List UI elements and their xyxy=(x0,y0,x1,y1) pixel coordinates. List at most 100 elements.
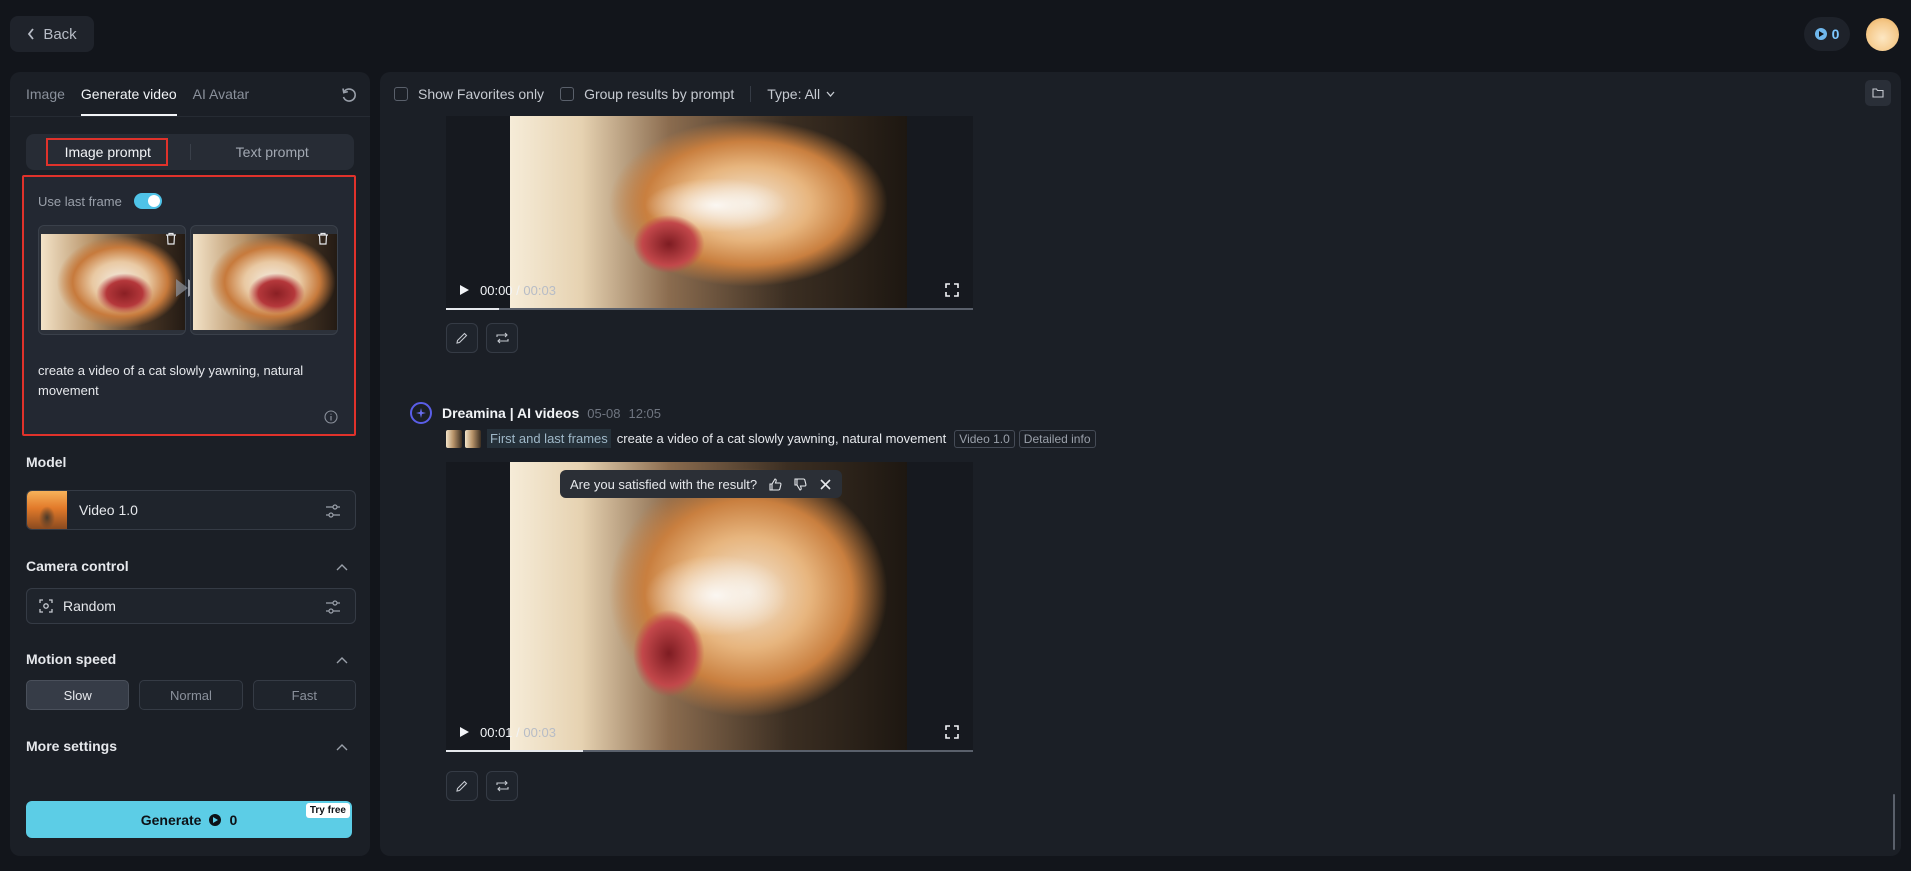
video-actions xyxy=(446,771,518,801)
model-select[interactable]: Video 1.0 xyxy=(26,490,356,530)
video-duration: 00:03 xyxy=(523,282,556,298)
detailed-info-tag[interactable]: Detailed info xyxy=(1018,429,1096,448)
chevron-up-icon[interactable] xyxy=(336,563,348,571)
tab-image[interactable]: Image xyxy=(26,86,65,116)
video-frame xyxy=(510,462,907,752)
camera-section-title: Camera control xyxy=(26,558,129,574)
last-frame-thumbnail[interactable] xyxy=(190,225,338,335)
speed-normal-button[interactable]: Normal xyxy=(139,680,243,710)
tab-generate-video[interactable]: Generate video xyxy=(80,86,177,116)
video-progress-fill xyxy=(446,750,584,752)
video-progress[interactable] xyxy=(446,308,973,310)
result-header: Dreamina | AI videos 05-08 12:05 xyxy=(410,402,661,424)
text-prompt-option[interactable]: Text prompt xyxy=(191,134,355,170)
regenerate-button[interactable] xyxy=(486,771,518,801)
model-thumbnail xyxy=(27,491,67,529)
video-actions xyxy=(446,323,518,353)
tab-divider xyxy=(10,116,370,117)
filter-bar: Show Favorites only Group results by pro… xyxy=(394,86,835,102)
result-prompt: create a video of a cat slowly yawning, … xyxy=(616,431,947,446)
type-dropdown[interactable]: Type: All xyxy=(767,86,835,102)
play-icon[interactable] xyxy=(458,284,470,296)
video-current-time: 00:00 xyxy=(480,282,513,298)
edit-button[interactable] xyxy=(446,323,478,353)
first-frame-image xyxy=(41,234,185,330)
pencil-icon xyxy=(456,332,468,344)
chevron-up-icon[interactable] xyxy=(336,743,348,751)
favorites-checkbox[interactable] xyxy=(394,87,408,101)
thumbs-down-icon[interactable] xyxy=(794,477,807,491)
speed-fast-button[interactable]: Fast xyxy=(252,680,356,710)
result-author: Dreamina | AI videos xyxy=(442,405,580,421)
result-date: 05-08 xyxy=(587,405,621,421)
use-last-frame-toggle[interactable] xyxy=(133,193,162,209)
video-time: 00:01 / 00:03 xyxy=(480,724,556,740)
trash-icon[interactable] xyxy=(165,232,177,245)
group-checkbox[interactable] xyxy=(560,87,575,101)
video-progress[interactable] xyxy=(446,750,973,752)
camera-focus-icon xyxy=(39,599,53,613)
edit-button[interactable] xyxy=(446,771,478,801)
last-frame-image xyxy=(193,234,337,330)
prompt-textarea[interactable]: create a video of a cat slowly yawning, … xyxy=(38,361,338,401)
repeat-icon xyxy=(495,332,509,344)
highlight-outline xyxy=(46,138,168,166)
camera-value: Random xyxy=(63,598,116,614)
video-progress-fill xyxy=(446,308,499,310)
sliders-icon[interactable] xyxy=(325,599,341,615)
video-player[interactable]: 00:00 / 00:03 xyxy=(446,116,973,310)
video-time: 00:00 / 00:03 xyxy=(480,282,556,298)
credits-badge[interactable]: 0 xyxy=(1804,17,1850,51)
chevron-left-icon xyxy=(28,28,35,40)
motion-speed-section-title: Motion speed xyxy=(26,651,117,667)
type-label: Type: All xyxy=(767,86,821,102)
back-label: Back xyxy=(43,25,77,43)
camera-select[interactable]: Random xyxy=(26,588,356,624)
chevron-down-icon xyxy=(826,91,835,97)
try-free-badge: Try free xyxy=(305,803,350,818)
first-frame-mini-thumbnail xyxy=(446,429,462,448)
use-last-frame-label: Use last frame xyxy=(38,193,122,209)
play-icon[interactable] xyxy=(458,726,470,738)
group-label: Group results by prompt xyxy=(584,86,735,102)
thumbs-up-icon[interactable] xyxy=(769,477,782,491)
use-last-frame-row: Use last frame xyxy=(38,193,162,209)
chevron-up-icon[interactable] xyxy=(336,656,348,664)
fullscreen-icon[interactable] xyxy=(945,725,959,739)
prompt-mode-switch: Image prompt Text prompt xyxy=(26,134,354,170)
model-tag: Video 1.0 xyxy=(954,429,1015,448)
pencil-icon xyxy=(456,780,468,792)
credit-coin-icon xyxy=(1814,28,1827,40)
group-filter[interactable]: Group results by prompt xyxy=(560,86,734,102)
mode-tabs: Image Generate video AI Avatar xyxy=(26,86,249,116)
favorites-filter[interactable]: Show Favorites only xyxy=(394,86,544,102)
model-value: Video 1.0 xyxy=(79,502,138,518)
sliders-icon[interactable] xyxy=(325,503,341,519)
video-current-time: 00:01 xyxy=(480,724,513,740)
generate-button[interactable]: Generate 0 Try free xyxy=(26,801,352,838)
video-player[interactable]: Are you satisfied with the result? 00:01… xyxy=(446,462,973,752)
motion-speed-options: Slow Normal Fast xyxy=(26,680,356,710)
sparkle-icon xyxy=(416,408,426,418)
results-area: Show Favorites only Group results by pro… xyxy=(380,72,1901,856)
speed-slow-button[interactable]: Slow xyxy=(26,680,130,710)
folder-button[interactable] xyxy=(1865,80,1891,106)
scrollbar[interactable] xyxy=(1893,794,1895,850)
generate-cost: 0 xyxy=(229,811,238,828)
more-settings-section-title: More settings xyxy=(26,738,118,754)
tab-ai-avatar[interactable]: AI Avatar xyxy=(193,86,250,116)
back-button[interactable]: Back xyxy=(10,16,94,52)
fullscreen-icon[interactable] xyxy=(945,283,959,297)
regenerate-button[interactable] xyxy=(486,323,518,353)
trash-icon[interactable] xyxy=(317,232,329,245)
image-prompt-option[interactable]: Image prompt xyxy=(26,134,190,170)
user-avatar[interactable] xyxy=(1866,18,1899,51)
feedback-question: Are you satisfied with the result? xyxy=(570,476,758,492)
refresh-icon[interactable] xyxy=(340,86,358,104)
result-time: 12:05 xyxy=(628,405,662,421)
left-panel: Image Generate video AI Avatar Image pro… xyxy=(10,72,370,856)
first-frame-thumbnail[interactable] xyxy=(38,225,186,335)
info-icon[interactable] xyxy=(324,410,338,424)
credit-coin-icon xyxy=(209,813,222,826)
close-icon[interactable] xyxy=(819,478,832,491)
